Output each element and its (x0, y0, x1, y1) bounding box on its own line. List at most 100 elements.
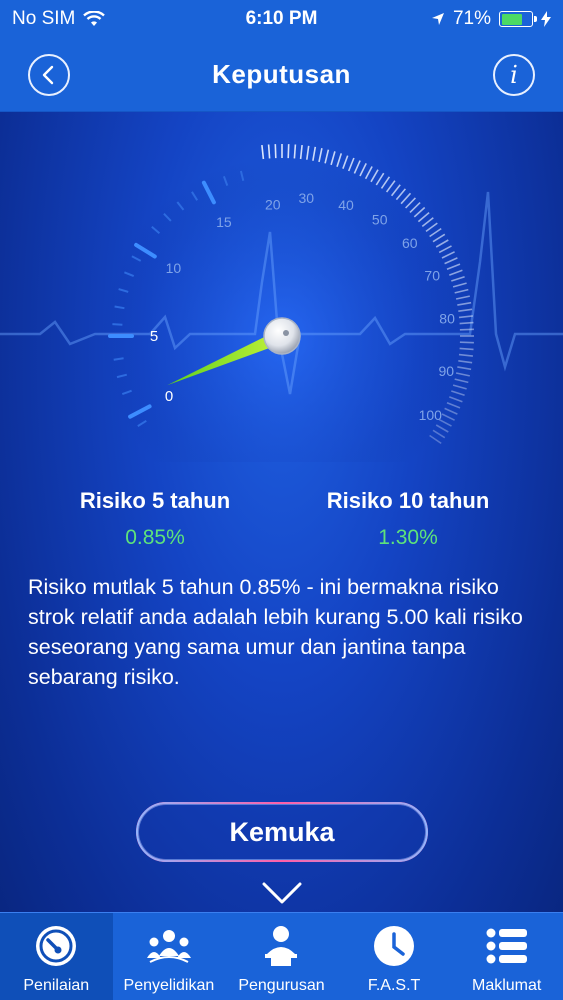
risk-description: Risiko mutlak 5 tahun 0.85% - ini bermak… (28, 575, 523, 689)
list-icon (484, 923, 530, 969)
battery-level (501, 13, 523, 25)
status-bar: No SIM 6:10 PM 71% (0, 0, 563, 38)
gauge-fine-tick (306, 145, 310, 160)
gauge-label-70: 70 (424, 267, 440, 283)
gauge-label-60: 60 (402, 235, 418, 251)
gauge-graphic: 0 5 10 15 20 30 40 50 60 70 80 90 100 (0, 144, 563, 517)
tab-pengurusan[interactable]: Pengurusan (225, 913, 338, 1000)
back-button[interactable] (28, 54, 70, 96)
battery-icon (499, 11, 537, 27)
gauge-label-50: 50 (372, 212, 388, 228)
tab-penyelidikan[interactable]: Penyelidikan (113, 913, 226, 1000)
carrier-label: No SIM (12, 8, 76, 29)
chevron-down-icon[interactable] (261, 880, 303, 906)
gauge-fine-tick (458, 360, 473, 364)
gauge-minor-tick (113, 357, 124, 361)
gauge-fine-tick (458, 353, 473, 357)
gauge-label-30: 30 (299, 190, 315, 206)
gauge-fine-tick (347, 157, 355, 172)
gauge-label-40: 40 (338, 197, 354, 213)
risk-10-label: Risiko 10 tahun (326, 488, 490, 513)
gauge-fine-tick (451, 275, 465, 282)
gauge-minor-tick (112, 323, 123, 326)
gauge-fine-tick (318, 148, 323, 163)
tab-label: Maklumat (471, 977, 542, 994)
gauge-fine-tick (438, 245, 452, 254)
gauge-fine-tick (405, 197, 416, 209)
gauge-fine-tick (452, 384, 467, 390)
gauge-fine-tick (457, 366, 472, 371)
risk-10-value: 1.30% (378, 526, 438, 549)
gauge-fine-tick (449, 396, 463, 403)
risk-5-label: Risiko 5 tahun (79, 488, 231, 513)
gauge-fine-tick (452, 282, 467, 288)
gauge-fine-tick (432, 429, 446, 439)
tab-fast[interactable]: F.A.S.T (338, 913, 451, 1000)
info-icon: i (510, 61, 518, 89)
risk-gauge: 0 5 10 15 20 30 40 50 60 70 80 90 100 (0, 112, 563, 517)
gauge-fine-tick (421, 217, 434, 228)
info-button[interactable]: i (493, 54, 535, 96)
gauge-label-15: 15 (216, 214, 232, 230)
gauge-fine-tick (459, 321, 474, 325)
gauge-label-10: 10 (166, 260, 182, 276)
gauge-fine-tick (364, 166, 373, 180)
gauge-fine-tick (409, 202, 421, 213)
gauge-fine-tick (449, 269, 463, 276)
gauge-fine-tick (342, 155, 349, 169)
app-screen: No SIM 6:10 PM 71% Keputusan i 0 5 10 15… (0, 0, 563, 1000)
battery-percent: 71% (452, 8, 491, 29)
gauge-fine-tick (441, 251, 455, 259)
nav-bar: Keputusan i (0, 38, 563, 112)
gauge-fine-tick (444, 257, 458, 265)
gauge-fine-tick (459, 341, 474, 344)
gauge-fine-tick (267, 144, 271, 159)
risk-5-value: 0.85% (125, 526, 185, 549)
clock-icon (371, 923, 417, 969)
tab-label: F.A.S.T (367, 977, 421, 994)
gauge-fine-tick (458, 308, 473, 312)
gauge-fine-tick (330, 151, 336, 166)
gauge-fine-tick (336, 153, 343, 167)
gauge-fine-tick (458, 315, 473, 319)
location-arrow-icon (431, 13, 444, 25)
tab-label: Penyelidikan (123, 977, 215, 994)
gauge-fine-tick (395, 188, 407, 201)
gauge-fine-tick (446, 401, 461, 409)
gauge-fine-tick (299, 145, 303, 160)
gauge-fine-tick (435, 239, 449, 248)
gauge-fine-tick (385, 180, 396, 193)
gauge-fine-tick (455, 295, 470, 300)
gauge-fine-tick (425, 222, 438, 233)
charging-bolt-icon (541, 11, 551, 27)
gauge-fine-tick (375, 172, 385, 186)
gauge-label-20: 20 (265, 196, 281, 212)
gauge-fine-tick (380, 176, 391, 189)
gauge-fine-tick (441, 413, 455, 421)
gauge-fine-tick (293, 144, 297, 159)
risk-10-year: Risiko 10 tahun 1.30% (283, 488, 533, 550)
gauge-label-90: 90 (439, 363, 455, 379)
gauge-fine-tick (429, 434, 442, 445)
gauge-fine-tick (457, 301, 472, 306)
gauge-fine-tick (261, 145, 265, 160)
gauge-fine-tick (459, 328, 474, 331)
tab-maklumat[interactable]: Maklumat (450, 913, 563, 1000)
tab-bar: Penilaian Penyelidikan Pengurusan F.A.S.… (0, 912, 563, 1000)
gauge-fine-tick (454, 288, 469, 294)
gauge-label-0: 0 (165, 388, 173, 405)
gauge-fine-tick (400, 192, 412, 205)
gauge-fine-tick (370, 169, 379, 183)
risk-5-year: Risiko 5 tahun 0.85% (30, 488, 280, 550)
gauge-fine-tick (435, 424, 449, 433)
gauge-fine-tick (353, 160, 361, 174)
tab-penilaian[interactable]: Penilaian (0, 913, 113, 1000)
gauge-hub (263, 317, 301, 355)
gauge-fine-tick (417, 211, 430, 223)
gauge-fine-tick (455, 372, 470, 377)
gauge-label-100: 100 (419, 407, 443, 423)
submit-button-label: Kemuka (229, 816, 335, 847)
gauge-fine-tick (454, 378, 469, 384)
submit-button[interactable]: Kemuka (136, 802, 428, 862)
page-title: Keputusan (212, 59, 351, 89)
